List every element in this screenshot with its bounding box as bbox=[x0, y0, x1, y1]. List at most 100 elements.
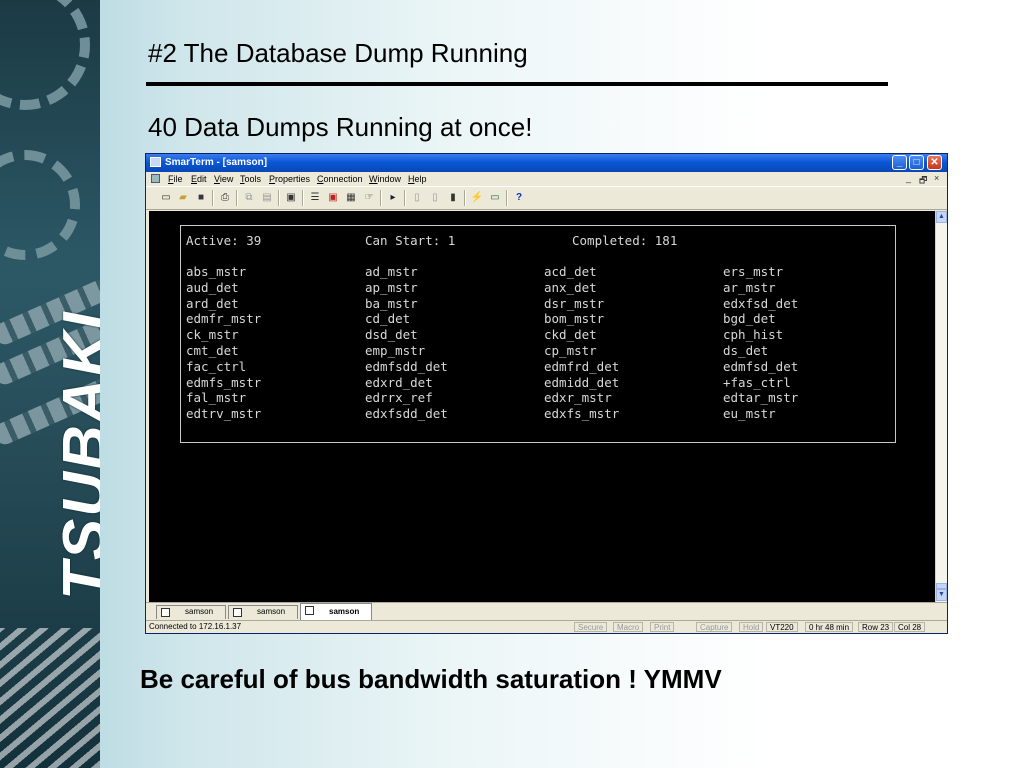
scroll-down-icon[interactable]: ▼ bbox=[936, 589, 947, 601]
list-item: edtar_mstr bbox=[723, 390, 799, 406]
help-icon[interactable]: ? bbox=[512, 191, 526, 205]
list-icon[interactable]: ☰ bbox=[308, 191, 322, 205]
list-item: anx_det bbox=[544, 279, 597, 295]
list-item: edxfsd_det bbox=[723, 295, 799, 311]
list-item: fal_mstr bbox=[186, 390, 247, 406]
table-column: abs_mstr aud_det ard_det edmfr_mstr ck_m… bbox=[186, 264, 261, 422]
monitor-icon[interactable]: ▭ bbox=[488, 191, 502, 205]
play-icon[interactable]: ▸ bbox=[386, 191, 400, 205]
list-item: edxrd_det bbox=[365, 374, 433, 390]
scroll-up-icon[interactable]: ▲ bbox=[936, 211, 947, 223]
list-item: ap_mstr bbox=[365, 279, 418, 295]
window-titlebar[interactable]: SmarTerm - [samson] _ □ ✕ bbox=[146, 154, 947, 172]
menu-help[interactable]: Help bbox=[408, 174, 427, 184]
list-item: ar_mstr bbox=[723, 279, 776, 295]
mdi-minimize-button[interactable]: _ bbox=[906, 173, 911, 183]
toolbar-separator bbox=[236, 190, 238, 206]
list-item: eu_mstr bbox=[723, 406, 776, 422]
status-bar: Connected to 172.16.1.37 Secure Macro Pr… bbox=[146, 620, 947, 633]
connect-icon[interactable]: ⚡ bbox=[470, 191, 484, 205]
tsubaki-logo: TSUBAKI bbox=[51, 310, 100, 600]
list-item: abs_mstr bbox=[186, 264, 247, 279]
tab-session-active[interactable]: samson bbox=[300, 603, 372, 620]
list-item: cph_hist bbox=[723, 327, 784, 343]
document-icon[interactable] bbox=[151, 174, 160, 183]
toolbar-separator bbox=[404, 190, 406, 206]
terminal-icon bbox=[233, 608, 242, 617]
menu-tools[interactable]: Tools bbox=[240, 174, 261, 184]
menu-properties[interactable]: Properties bbox=[269, 174, 310, 184]
tab-label: samson bbox=[185, 607, 214, 616]
mdi-close-button[interactable]: × bbox=[934, 173, 939, 183]
page-icon[interactable]: ▯ bbox=[410, 191, 424, 205]
app-icon[interactable] bbox=[150, 157, 161, 167]
close-button[interactable]: ✕ bbox=[927, 155, 942, 170]
minimize-button[interactable]: _ bbox=[892, 155, 907, 170]
slide-subtitle: 40 Data Dumps Running at once! bbox=[148, 112, 533, 142]
can-start-count: Can Start: 1 bbox=[365, 233, 456, 248]
open-icon[interactable]: ▰ bbox=[176, 191, 190, 205]
toolbar-separator bbox=[506, 190, 508, 206]
list-item: ds_det bbox=[723, 342, 769, 358]
toolbar-separator bbox=[302, 190, 304, 206]
list-item: edxfs_mstr bbox=[544, 406, 620, 422]
new-icon[interactable]: ▭ bbox=[159, 191, 173, 205]
list-item: emp_mstr bbox=[365, 342, 426, 358]
list-item: edmfrd_det bbox=[544, 358, 620, 374]
tab-label: samson bbox=[329, 607, 360, 616]
status-emulation: VT220 bbox=[766, 622, 798, 632]
tab-session[interactable]: samson bbox=[156, 605, 226, 619]
list-item: dsd_det bbox=[365, 327, 418, 343]
list-item: ard_det bbox=[186, 295, 239, 311]
session-tabs: samson samson samson bbox=[146, 602, 947, 620]
maximize-button[interactable]: □ bbox=[909, 155, 924, 170]
list-item: edxfsdd_det bbox=[365, 406, 448, 422]
menu-view[interactable]: View bbox=[214, 174, 233, 184]
active-count: Active: 39 bbox=[186, 233, 262, 248]
left-decorative-banner: TSUBAKI bbox=[0, 0, 100, 768]
toolbar-separator bbox=[212, 190, 214, 206]
capture-icon[interactable]: ▦ bbox=[344, 191, 358, 205]
list-item: fac_ctrl bbox=[186, 358, 247, 374]
status-capture: Capture bbox=[696, 622, 733, 632]
terminal-screen[interactable]: Active: 39 Can Start: 1 Completed: 181 a… bbox=[149, 211, 935, 602]
menu-edit[interactable]: Edit bbox=[191, 174, 207, 184]
menu-connection[interactable]: Connection bbox=[317, 174, 363, 184]
list-item: +fas_ctrl bbox=[723, 374, 791, 390]
properties-icon[interactable]: ▣ bbox=[284, 191, 298, 205]
tab-session[interactable]: samson bbox=[228, 605, 298, 619]
toolbar-separator bbox=[278, 190, 280, 206]
slide-title: #2 The Database Dump Running bbox=[148, 38, 528, 68]
title-divider bbox=[146, 82, 888, 86]
paste-icon[interactable]: ▤ bbox=[260, 191, 274, 205]
status-hold: Hold bbox=[739, 622, 764, 632]
list-item: bgd_det bbox=[723, 311, 776, 327]
macro-icon[interactable]: ▣ bbox=[326, 191, 340, 205]
toolbar-separator bbox=[464, 190, 466, 206]
list-item: ba_mstr bbox=[365, 295, 418, 311]
menu-window[interactable]: Window bbox=[369, 174, 401, 184]
status-row: Row 23 bbox=[858, 622, 894, 632]
hotspot-icon[interactable]: ☞ bbox=[362, 191, 376, 205]
save-icon[interactable]: ■ bbox=[194, 191, 208, 205]
job-status-box: Active: 39 Can Start: 1 Completed: 181 a… bbox=[180, 225, 896, 443]
copy-icon[interactable]: ⧉ bbox=[242, 191, 256, 205]
menu-file[interactable]: File bbox=[168, 174, 183, 184]
list-item: dsr_mstr bbox=[544, 295, 605, 311]
completed-count: Completed: 181 bbox=[572, 233, 678, 248]
list-item: edmfs_mstr bbox=[186, 374, 262, 390]
bookmark-icon[interactable]: ▮ bbox=[446, 191, 460, 205]
list-item: edxr_mstr bbox=[544, 390, 612, 406]
status-col: Col 28 bbox=[894, 622, 926, 632]
page2-icon[interactable]: ▯ bbox=[428, 191, 442, 205]
list-item: cp_mstr bbox=[544, 342, 597, 358]
list-item: edmfsd_det bbox=[723, 358, 799, 374]
toolbar: ▭ ▰ ■ ⎙ ⧉ ▤ ▣ ☰ ▣ ▦ ☞ ▸ ▯ ▯ ▮ ⚡ ▭ ? bbox=[146, 186, 947, 210]
status-secure: Secure bbox=[574, 622, 608, 632]
list-item: aud_det bbox=[186, 279, 239, 295]
list-item: edmidd_det bbox=[544, 374, 620, 390]
vertical-scrollbar[interactable]: ▲ ▼ bbox=[935, 211, 947, 602]
table-column: ers_mstr ar_mstr edxfsd_det bgd_det cph_… bbox=[723, 264, 798, 422]
connection-status: Connected to 172.16.1.37 bbox=[149, 622, 242, 631]
print-icon[interactable]: ⎙ bbox=[218, 191, 232, 205]
